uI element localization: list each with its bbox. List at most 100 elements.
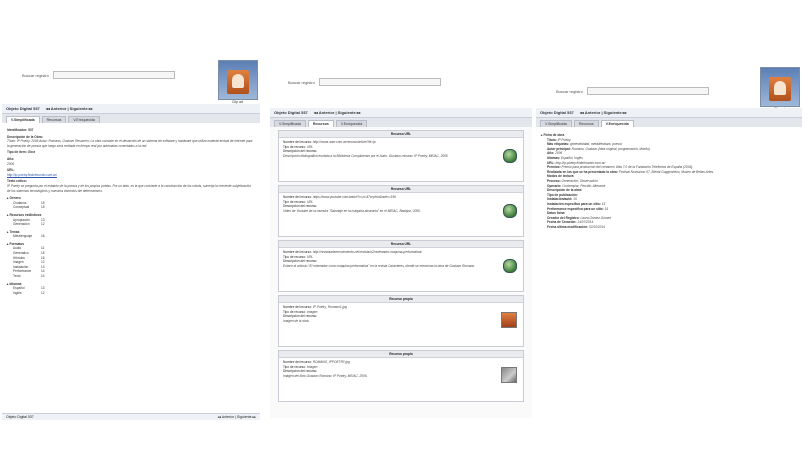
facet-row[interactable]: Metalenguaje 16	[7, 234, 255, 239]
resource-name-label: Nombre del recurso:	[283, 195, 312, 200]
panel3: Objeto Digital 537 ◂◂ Anterior | Siguien…	[536, 108, 802, 420]
resource-type: URL	[306, 199, 314, 204]
field-value: IP Poetry	[557, 137, 571, 142]
tab-enriquecida[interactable]: V.Enriquecida	[68, 116, 100, 123]
footer-nav[interactable]: ◂◂ Anterior | Siguiente ▸▸	[218, 415, 256, 419]
tab-recursos[interactable]: Recursos	[41, 116, 67, 123]
resource-name-label: Nombre del recurso:	[283, 140, 312, 145]
resource-type-label: Tipo de recurso:	[283, 144, 306, 149]
tab-recursos[interactable]: Recursos	[573, 120, 599, 127]
field-list: Título: IP Poetry Más etiquetas: generati…	[541, 138, 797, 230]
field-value: Festival Novissimo 07, Bienal Guggenheim…	[618, 169, 714, 174]
resource-desc: Enlace al artículo "El ordenador como má…	[283, 263, 476, 268]
record-title: Objeto Digital 537	[6, 106, 40, 111]
type-label: Tipo de item:	[7, 150, 27, 155]
resource-desc: Imagen del libro Gustavo Romano: IP Poet…	[283, 373, 368, 378]
field-label: URL:	[547, 160, 555, 165]
facet-count: 12	[41, 222, 45, 227]
resource-type: URL	[306, 254, 314, 259]
facet-label: Conceptual	[13, 205, 30, 210]
image-thumbnail[interactable]	[501, 312, 517, 328]
facet-row[interactable]: Inglés 12	[7, 291, 255, 296]
field-value: generatividad, metaliteratura, poesía	[570, 142, 622, 147]
tab-simplificada[interactable]: V.Simplificada	[6, 116, 40, 123]
field-label: Operario:	[547, 183, 562, 188]
globe-icon[interactable]	[503, 149, 517, 163]
logo-icon	[760, 67, 800, 107]
field-value: Generación, Observación	[561, 178, 598, 183]
resource-name[interactable]: https://www.youtube.com/watch?v=ccJi7xcp…	[313, 195, 396, 199]
facet-row[interactable]: Generación 12	[7, 222, 255, 227]
field-value: 15	[573, 197, 577, 202]
facet-row[interactable]: Texto 14	[7, 274, 255, 279]
resource-name[interactable]: ROMANO_IPPOETRY.jpg	[313, 360, 350, 364]
search-select[interactable]	[318, 78, 441, 86]
facet-row[interactable]: Conceptual 15	[7, 205, 255, 210]
tab-simplificada[interactable]: V.Simplificada	[274, 120, 306, 127]
resource-card-title: Recurso URL	[279, 241, 523, 249]
resource-name[interactable]: http://revistaartenmovimiento.net/revist…	[313, 250, 422, 254]
field-label: Tipo de publicación:	[547, 192, 578, 197]
tab-enriquecida[interactable]: V.Enriquecida	[600, 120, 634, 127]
panel3-tabs: V.Simplificada Recursos V.Enriquecida	[536, 118, 802, 127]
field-value: http://ip-poetry.findelmundo.com.ar/	[555, 160, 606, 165]
panel1-header: Objeto Digital 537 ◂◂ Anterior | Siguien…	[2, 104, 260, 114]
field-value: Romano, Gustavo (idea original, programa…	[571, 146, 650, 151]
tab-enriquecida[interactable]: V.Enriquecida	[335, 120, 368, 127]
review-text: IP Poetry se pregunta por el estatuto de…	[7, 183, 251, 193]
field-label: Título:	[547, 137, 557, 142]
panel1-footer: Objeto Digital 537 ◂◂ Anterior | Siguien…	[2, 413, 260, 420]
record-nav[interactable]: ◂◂ Anterior | Siguiente ▸▸	[580, 110, 627, 115]
resource-card: Recurso URL Nombre del recurso: http://re…	[278, 240, 524, 292]
record-nav[interactable]: ◂◂ Anterior | Siguiente ▸▸	[314, 110, 361, 115]
record-nav[interactable]: ◂◂ Anterior | Siguiente ▸▸	[46, 106, 93, 111]
resource-desc: Descripción bibliográfica enviada a la B…	[283, 153, 448, 158]
field-value: Español, Inglés	[561, 155, 583, 160]
facet-count: 15	[41, 205, 45, 210]
field-value: Laura Gómez Gómez	[580, 215, 611, 220]
field-label: Creador del Registro:	[547, 215, 580, 220]
search-select[interactable]	[586, 87, 709, 95]
field-label: Fecha de Creación:	[547, 220, 577, 225]
tab-recursos[interactable]: Recursos	[307, 120, 334, 127]
panel3-header: Objeto Digital 537 ◂◂ Anterior | Siguien…	[536, 108, 802, 118]
resource-card: Recurso propio Nombre del recurso: IP-Poe…	[278, 295, 524, 347]
field-value: 14/07/2014	[577, 220, 594, 225]
url-link[interactable]: http://ip-poetry.findelmundo.com.ar/	[7, 173, 255, 178]
image-thumbnail[interactable]	[501, 367, 517, 383]
field-value: 2006	[555, 151, 563, 156]
field-label: Instalación/autó:	[547, 197, 573, 202]
field-label: Descripción de la obra:	[547, 188, 583, 193]
globe-icon[interactable]	[503, 259, 517, 273]
field-label: Autor principal:	[547, 146, 571, 151]
panel2-header: Objeto Digital 537 ◂◂ Anterior | Siguien…	[270, 108, 532, 118]
facet-label: Metalenguaje	[13, 234, 33, 239]
field-value: 15	[601, 201, 606, 206]
tab-simplificada[interactable]: V.Simplificada	[540, 120, 572, 127]
resource-desc: Imagen de la obra	[283, 318, 309, 323]
field-value: 02/10/2014	[588, 224, 605, 229]
search-select[interactable]	[52, 71, 175, 79]
resource-type: Imagen	[306, 364, 318, 369]
facet-label: Generación	[13, 222, 30, 227]
field-label: Más etiquetas:	[547, 142, 570, 147]
field-label: Año:	[547, 151, 555, 156]
facet-count: 14	[41, 274, 45, 279]
panel1-search: Buscar registro	[22, 71, 175, 79]
resource-card-title: Recurso URL	[279, 131, 523, 139]
search-label: Buscar registro	[22, 72, 49, 78]
resource-name[interactable]: http://cowa.anm.com.ar/recurso/article?i…	[313, 140, 376, 144]
resource-card-title: Recurso propio	[279, 351, 523, 359]
resource-name[interactable]: IP-Poetry_Romano1.jpg	[313, 305, 347, 309]
resource-list: Recurso URL Nombre del recurso: http://co…	[270, 130, 532, 402]
resource-card-title: Recurso propio	[279, 296, 523, 304]
field-label: Realizada en los que se ha presentado la…	[547, 169, 618, 174]
field-label: Fecha última modificación:	[547, 224, 589, 229]
panel2: Objeto Digital 537 ◂◂ Anterior | Siguien…	[270, 108, 532, 418]
field-value: Premio para producción del certamen Vida…	[561, 165, 694, 170]
globe-icon[interactable]	[503, 204, 517, 218]
facet-label: Texto	[13, 274, 21, 279]
resource-type-label: Tipo de recurso:	[283, 309, 306, 314]
resource-name-label: Nombre del recurso:	[283, 305, 312, 310]
desc-text: Título: IP Poetry. 2006 Autor: Romano, G…	[7, 139, 253, 148]
